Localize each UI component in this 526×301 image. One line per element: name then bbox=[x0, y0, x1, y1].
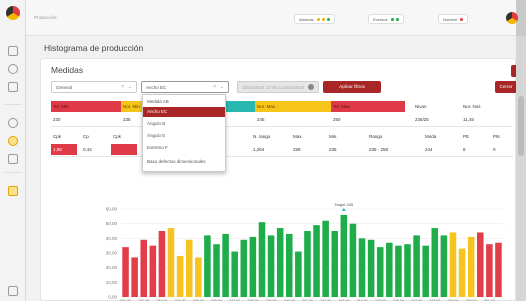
vertical-scrollbar[interactable] bbox=[516, 36, 526, 301]
y-tick-label: 60,00 bbox=[106, 207, 118, 212]
histogram-bar bbox=[140, 239, 148, 297]
histogram-bar bbox=[495, 242, 502, 297]
histogram-bar bbox=[395, 245, 402, 297]
alarms-pill[interactable]: Alarmas bbox=[294, 14, 335, 24]
histogram-bar bbox=[404, 244, 411, 297]
y-tick-label: 0,00 bbox=[108, 295, 117, 300]
histogram-bar bbox=[276, 228, 284, 297]
histogram-bar bbox=[258, 222, 266, 297]
histogram-bar bbox=[440, 235, 448, 297]
dropdown-option[interactable]: Ángulo B bbox=[143, 119, 225, 129]
measures-card: Medidas General × ⌄ Ancho EC × ⌄ 22/04/2… bbox=[40, 58, 523, 301]
histogram-bar bbox=[222, 233, 229, 297]
histogram-bar bbox=[367, 239, 375, 297]
target-label: Target 245 bbox=[334, 202, 354, 207]
histogram-bar bbox=[249, 236, 257, 297]
histogram-bar bbox=[176, 255, 184, 297]
alarms-label: Alarmas bbox=[299, 17, 314, 22]
dropdown-option[interactable]: Medida AB bbox=[143, 97, 225, 107]
side-text: · bbox=[507, 229, 509, 234]
y-tick-label: 10,00 bbox=[106, 280, 118, 285]
histogram-bar bbox=[285, 233, 293, 297]
histogram-bar bbox=[167, 228, 175, 297]
location-icon[interactable] bbox=[8, 64, 18, 74]
histogram-bar bbox=[331, 231, 339, 297]
histogram-bar bbox=[240, 239, 248, 297]
y-tick-label: 40,00 bbox=[106, 236, 118, 241]
dropdown-option-selected[interactable]: Ancho EC bbox=[143, 107, 225, 117]
document-icon[interactable] bbox=[8, 82, 18, 92]
status-dot bbox=[395, 18, 399, 22]
avatar[interactable] bbox=[506, 12, 518, 24]
status-dot bbox=[316, 18, 320, 22]
dropdown-option[interactable]: Baso defectos dimensionales bbox=[143, 157, 225, 167]
histogram-bar bbox=[340, 214, 348, 297]
histogram-bar bbox=[458, 248, 466, 297]
histogram-bar bbox=[185, 239, 193, 297]
histogram-bar bbox=[476, 232, 484, 297]
app-name: Producción bbox=[34, 15, 57, 20]
tag-icon[interactable] bbox=[8, 186, 18, 196]
status-dot bbox=[390, 18, 394, 22]
histogram-bar bbox=[304, 231, 311, 297]
histogram-bar bbox=[204, 235, 211, 297]
histogram-bar bbox=[486, 244, 493, 297]
target-marker-icon bbox=[341, 207, 346, 211]
top-bar: Producción Alarmas Eventos Nombre bbox=[26, 0, 518, 36]
histogram-bar bbox=[267, 235, 275, 297]
histogram-bar bbox=[131, 257, 138, 297]
histogram-bar bbox=[386, 242, 393, 297]
main-area: Histograma de producción Medidas General… bbox=[26, 36, 523, 301]
page-title: Histograma de producción bbox=[44, 43, 144, 53]
histogram-bar bbox=[349, 223, 357, 297]
histogram-bar bbox=[449, 232, 457, 297]
histogram-bar bbox=[422, 245, 429, 297]
histogram-chart: 60,0050,0040,0030,0020,0010,000,00231,00… bbox=[106, 202, 503, 301]
logo-icon[interactable] bbox=[6, 6, 20, 20]
histogram-bar bbox=[358, 238, 366, 297]
y-tick-label: 50,00 bbox=[106, 221, 118, 226]
histogram-bar bbox=[295, 251, 302, 297]
histogram-bar bbox=[322, 220, 329, 297]
menu-icon[interactable] bbox=[8, 286, 18, 296]
y-tick-label: 20,00 bbox=[106, 265, 118, 270]
user-label: Nombre bbox=[443, 17, 458, 22]
histogram-bar bbox=[158, 231, 166, 297]
rail-divider bbox=[5, 104, 21, 105]
y-tick-label: 30,00 bbox=[106, 251, 118, 256]
status-dot bbox=[460, 18, 464, 22]
gauge-icon[interactable] bbox=[8, 136, 18, 146]
histogram-bar bbox=[122, 247, 129, 297]
status-dot bbox=[326, 18, 330, 22]
events-label: Eventos bbox=[373, 17, 388, 22]
histogram-bar bbox=[213, 244, 220, 297]
status-dot bbox=[321, 18, 325, 22]
measure-dropdown-list: Medida AB Ancho EC Ángulo B Ángulo E Ext… bbox=[142, 94, 226, 172]
home-icon[interactable] bbox=[8, 46, 18, 56]
histogram-bar bbox=[231, 251, 238, 297]
histogram-bar bbox=[376, 247, 384, 297]
events-pill[interactable]: Eventos bbox=[368, 14, 404, 24]
histogram-bar bbox=[467, 236, 475, 297]
histogram-bar bbox=[149, 245, 157, 297]
histogram-bar bbox=[431, 228, 439, 297]
histogram-bar bbox=[195, 257, 202, 297]
histogram-bar bbox=[313, 225, 320, 297]
stats-icon[interactable] bbox=[8, 154, 18, 164]
rail-divider bbox=[5, 172, 21, 173]
settings-icon[interactable] bbox=[8, 118, 18, 128]
left-rail bbox=[0, 0, 26, 301]
user-pill[interactable]: Nombre bbox=[438, 14, 469, 24]
dropdown-option[interactable]: Extremo F bbox=[143, 143, 225, 153]
dropdown-option[interactable]: Ángulo E bbox=[143, 131, 225, 141]
scrollbar-thumb[interactable] bbox=[518, 96, 524, 156]
histogram-bar bbox=[413, 235, 420, 297]
